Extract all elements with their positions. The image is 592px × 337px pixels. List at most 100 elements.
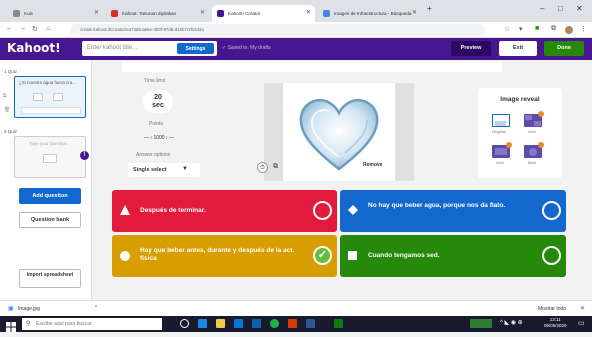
star-icon[interactable]: ☆ <box>504 25 510 33</box>
answer-yellow[interactable]: Hay que beber antes, durante y después d… <box>112 235 337 277</box>
exit-button[interactable]: Exit <box>499 41 537 56</box>
maximize-button[interactable]: □ <box>558 4 563 13</box>
youtube-icon <box>111 10 118 17</box>
delete-icon[interactable]: 🗑 <box>4 107 10 113</box>
new-tab-button[interactable]: + <box>427 4 432 13</box>
avatar[interactable] <box>565 26 573 34</box>
reveal-option-label: Blob <box>528 160 537 165</box>
puzzle-icon[interactable]: ⧉ <box>551 25 556 33</box>
tab-label: Kuis <box>24 11 33 16</box>
file-icon: ▣ <box>8 306 14 312</box>
reveal-option-original[interactable] <box>492 114 510 127</box>
triangle-icon <box>120 205 130 215</box>
downloaded-file[interactable]: Image.jpg <box>18 306 40 312</box>
minimize-button[interactable]: – <box>540 4 544 13</box>
answer-text[interactable]: Hay que beber antes, durante y después d… <box>140 247 300 263</box>
url-text: create.kahoot.it/creator/ea73d5-a66e-4b0… <box>80 27 204 32</box>
clock-date: 06/05/2020 <box>544 323 567 328</box>
save-status: ✓ Saved to: My drafts <box>222 45 271 51</box>
duplicate-icon[interactable]: ⧉ <box>3 93 7 99</box>
chevron-down-icon: ▼ <box>182 166 188 172</box>
points-value: 1000 <box>153 135 165 141</box>
close-icon[interactable]: ✕ <box>200 9 205 16</box>
settings-button[interactable]: Settings <box>177 43 214 54</box>
answer-text[interactable]: No hay que beber agua, porque nos da fla… <box>368 202 528 210</box>
close-icon[interactable]: ✕ <box>94 9 99 16</box>
extension-green-icon[interactable]: ■ <box>535 25 539 32</box>
warning-icon[interactable]: ! <box>80 151 89 160</box>
correct-toggle[interactable] <box>313 201 332 220</box>
file-explorer-icon[interactable] <box>216 319 225 328</box>
answer-text[interactable]: Cuando tengamos sed. <box>368 252 440 260</box>
answer-blue[interactable]: No hay que beber agua, porque nos da fla… <box>340 190 566 232</box>
notifications-icon[interactable]: ▭ <box>578 319 585 327</box>
store-icon[interactable] <box>234 319 243 328</box>
answer-options-dropdown[interactable]: Single select ▼ <box>128 163 200 177</box>
question-2-placeholder: Type your question <box>29 141 68 146</box>
app-icon[interactable] <box>334 319 343 328</box>
badge-icon <box>538 111 544 117</box>
mail-icon[interactable] <box>252 319 261 328</box>
home-icon[interactable]: ⌂ <box>46 25 50 32</box>
time-limit-selector[interactable]: 20 sec <box>143 90 173 113</box>
close-window-button[interactable]: ✕ <box>576 4 583 13</box>
browser-tab-2[interactable]: Kahoot: Tanunan dipilakan ✕ <box>106 5 209 22</box>
question-editor: Time limit 20 sec Points — ‹ 1000 › — An… <box>92 60 592 300</box>
battery-indicator[interactable] <box>470 319 492 328</box>
points-selector[interactable]: — ‹ 1000 › — <box>129 133 189 143</box>
kahoot-title-input[interactable]: Enter kahoot title... Settings <box>82 41 217 56</box>
question-text-input[interactable] <box>122 62 502 72</box>
answer-green[interactable]: Cuando tengamos sed. <box>340 235 566 277</box>
forward-icon[interactable]: → <box>19 25 26 32</box>
question-2-card[interactable]: Type your question <box>14 136 86 178</box>
word-icon[interactable] <box>306 319 315 328</box>
reveal-option-label: Grid <box>496 160 504 165</box>
edge-icon[interactable] <box>198 319 207 328</box>
question-bank-button[interactable]: Question bank <box>19 212 81 228</box>
add-question-button[interactable]: Add question <box>19 188 81 204</box>
browser-tab-4[interactable]: Imagen de Infraestructura - Búsqueda ✕ <box>318 5 421 22</box>
image-reveal-title: Image reveal <box>500 96 540 103</box>
question-1-card[interactable]: ¿Si nuestra agua fuera cru... <box>14 76 86 118</box>
checkmark-icon[interactable]: ✓ <box>313 246 332 265</box>
chrome-icon[interactable] <box>270 319 279 328</box>
done-button[interactable]: Done <box>544 41 584 56</box>
crop-icon[interactable]: ⧉ <box>273 163 278 171</box>
taskbar-search[interactable]: ⚲ Escribe aquí para buscar <box>22 318 162 330</box>
kahoot-header: Kahoot! Enter kahoot title... Settings ✓… <box>0 38 592 60</box>
remove-image-button[interactable]: Remove <box>363 162 382 168</box>
browser-tab-1[interactable]: Kuis ✕ <box>8 5 103 22</box>
windows-start-icon[interactable] <box>6 319 16 332</box>
reveal-option-label: Grid <box>528 129 536 134</box>
timer-icon[interactable]: ⏱ <box>257 162 268 173</box>
kahoot-logo[interactable]: Kahoot! <box>7 41 61 55</box>
system-tray-icons[interactable]: ^ ◣ ◉ ⊕ <box>500 319 523 326</box>
powerpoint-icon[interactable] <box>288 319 297 328</box>
clock[interactable]: 13:11 06/05/2020 <box>544 317 567 329</box>
close-icon[interactable]: ✕ <box>412 9 417 16</box>
correct-toggle[interactable] <box>542 201 561 220</box>
more-menu-icon[interactable]: ⋮ <box>580 25 587 33</box>
import-spreadsheet-button[interactable]: Import spreadsheet <box>19 269 81 288</box>
question-1-label: 1 Quiz <box>4 69 18 74</box>
preview-button[interactable]: Preview <box>451 41 491 56</box>
url-field[interactable]: create.kahoot.it/creator/ea73d5-a66e-4b0… <box>70 24 485 36</box>
close-icon[interactable]: ✕ <box>580 305 585 312</box>
back-icon[interactable]: ← <box>6 25 13 32</box>
answer-text[interactable]: Después de terminar. <box>140 207 206 215</box>
extension-icon[interactable]: ▾ <box>519 25 523 33</box>
answer-options-label: Answer options <box>136 152 171 158</box>
square-icon <box>348 251 357 260</box>
points-increase-icon[interactable]: › — <box>166 135 174 141</box>
show-all-link[interactable]: Mostrar todo <box>538 306 566 312</box>
chevron-up-icon[interactable]: ^ <box>95 305 97 311</box>
time-limit-unit: sec <box>152 102 164 109</box>
reload-icon[interactable]: ↻ <box>32 25 38 33</box>
correct-toggle[interactable] <box>542 246 561 265</box>
original-thumbnail-icon <box>495 121 506 126</box>
cortana-icon[interactable] <box>180 319 189 328</box>
media-area[interactable]: ⏱ ⧉ <box>257 83 414 181</box>
browser-tab-3[interactable]: Kahoot! Creator ✕ <box>212 5 315 22</box>
close-icon[interactable]: ✕ <box>306 9 311 16</box>
answer-red[interactable]: Después de terminar. <box>112 190 337 232</box>
